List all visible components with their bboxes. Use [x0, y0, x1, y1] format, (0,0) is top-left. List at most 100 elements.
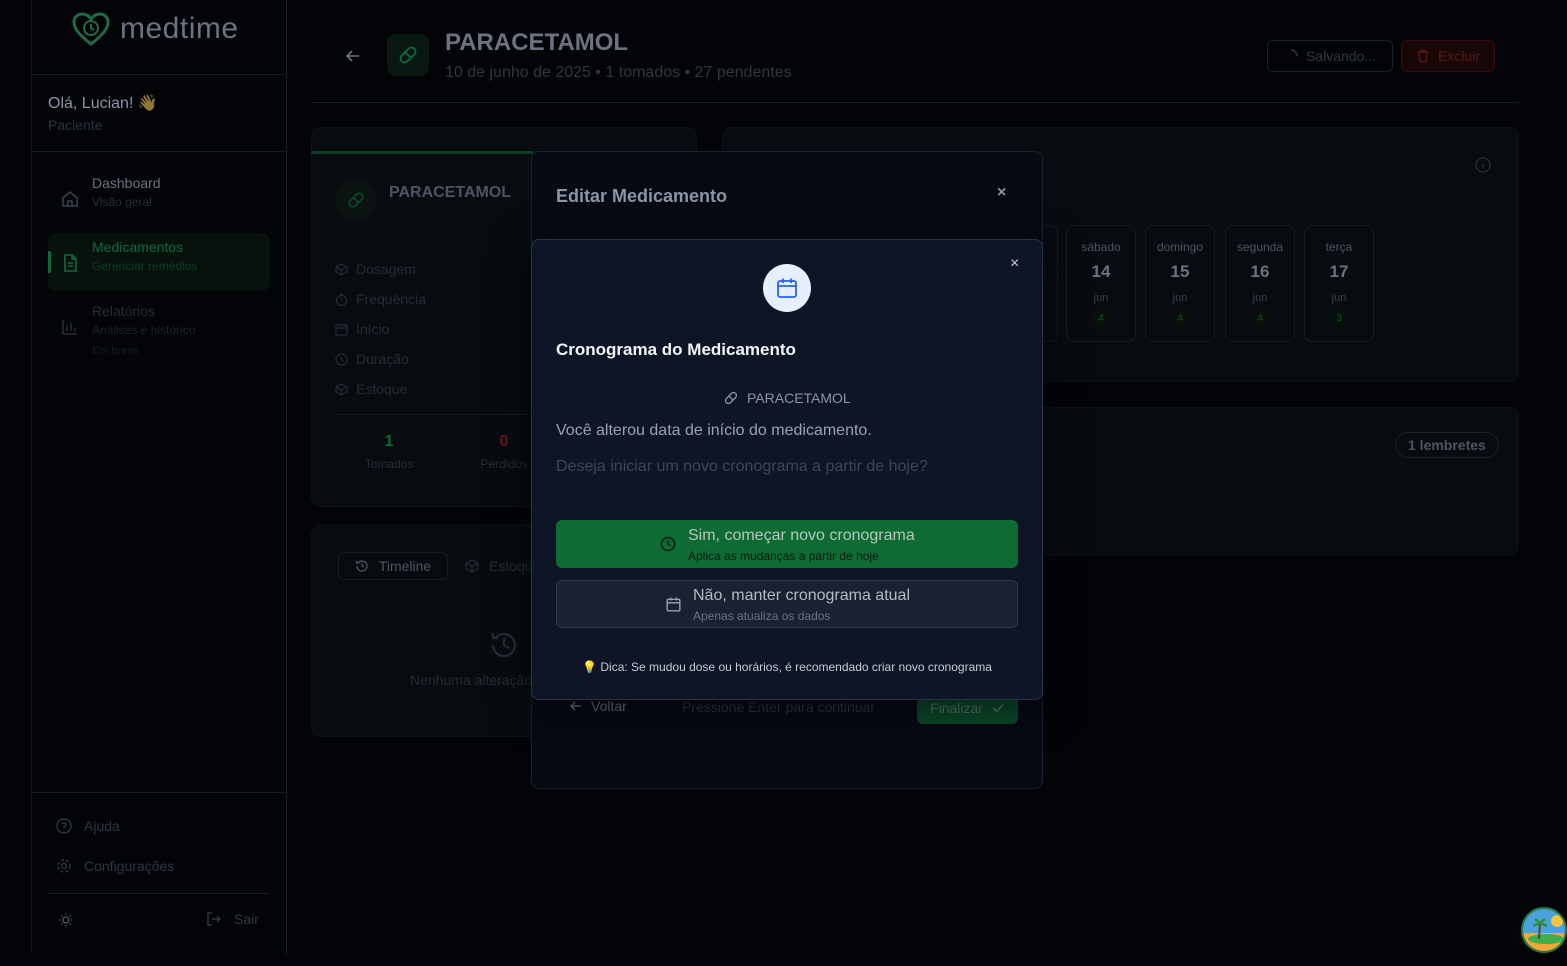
saving-button[interactable]: Salvando... [1267, 40, 1393, 72]
close-icon[interactable]: × [1010, 255, 1019, 273]
gear-icon [57, 859, 71, 873]
day-card[interactable]: sábado 14 jun 4 [1066, 225, 1136, 342]
detail-stock: Estoque [335, 381, 407, 397]
stat-value: 0 [499, 433, 509, 450]
arrow-left-icon [569, 701, 581, 711]
nav-title: Dashboard [92, 175, 161, 191]
detail-start: Início [335, 321, 389, 337]
nav-subtitle: Visão geral [92, 195, 152, 209]
pill-badge [387, 34, 429, 76]
tab-timeline[interactable]: Timeline [338, 552, 448, 580]
day-number: 15 [1170, 262, 1190, 281]
keep-schedule-button[interactable]: Não, manter cronograma atual Apenas atua… [556, 580, 1018, 628]
day-number: 17 [1329, 262, 1349, 281]
bar-chart-icon [62, 320, 77, 335]
detail-label: Dosagem [356, 261, 416, 277]
modal-title: Editar Medicamento [556, 186, 728, 206]
help-link[interactable]: Ajuda [56, 818, 120, 834]
logout-button[interactable]: Sair [206, 911, 259, 927]
close-icon[interactable]: × [997, 184, 1006, 202]
reminders-badge: 1 lembretes [1395, 432, 1499, 458]
day-dose-count: 4 [1252, 311, 1268, 327]
divider [48, 893, 270, 894]
day-month: jun [1252, 292, 1268, 304]
back-arrow-icon[interactable] [344, 47, 362, 65]
detail-frequency: Frequência [335, 291, 426, 307]
nav-subtitle: Análises e histórico [92, 323, 196, 337]
coming-soon-note: Em breve [92, 345, 140, 357]
medication-label: PARACETAMOL [747, 390, 851, 406]
box-icon [465, 559, 479, 573]
page-title: PARACETAMOL [445, 29, 629, 56]
nav-subtitle: Gerenciar remédios [92, 259, 198, 273]
sun-icon[interactable] [59, 913, 73, 927]
calendar-icon [777, 278, 797, 298]
calendar-badge [763, 264, 811, 312]
day-number: 16 [1250, 262, 1270, 281]
trash-icon [1417, 49, 1428, 63]
day-card[interactable]: terça 17 jun 3 [1304, 225, 1374, 342]
check-icon [992, 703, 1004, 713]
settings-label: Configurações [84, 858, 175, 874]
user-role: Paciente [48, 117, 103, 133]
day-month: jun [1172, 292, 1188, 304]
island-avatar-icon [1523, 909, 1565, 951]
delete-button[interactable]: Excluir [1401, 40, 1495, 72]
nav-title: Medicamentos [92, 239, 184, 255]
day-weekday: sábado [1081, 240, 1121, 254]
info-icon[interactable] [1475, 157, 1491, 173]
floating-avatar[interactable] [1521, 907, 1567, 953]
back-label: Voltar [591, 698, 627, 714]
day-weekday: terça [1325, 240, 1353, 254]
clock-icon [335, 352, 348, 366]
header-divider [311, 102, 1519, 103]
medication-name: PARACETAMOL [389, 184, 512, 201]
pill-icon [724, 391, 738, 405]
detail-label: Início [356, 321, 390, 337]
nav-item-dashboard[interactable]: Dashboard Visão geral [48, 169, 270, 227]
history-icon [355, 560, 368, 572]
day-number: 14 [1091, 262, 1111, 281]
divider [32, 792, 287, 793]
spinner-icon [1290, 49, 1298, 57]
day-dose-count: 4 [1093, 311, 1109, 327]
back-button[interactable]: Voltar [569, 698, 627, 714]
option-sublabel: Aplica as mudanças a partir de hoje [688, 549, 879, 563]
day-month: jun [1093, 292, 1109, 304]
app-name: medtime [120, 12, 239, 45]
option-label: Sim, começar novo cronograma [688, 527, 915, 544]
nav-item-medicamentos[interactable]: Medicamentos Gerenciar remédios [48, 233, 270, 291]
stat-label: Tomados [364, 457, 414, 471]
divider [32, 74, 287, 75]
tab-stock[interactable]: Estoque [465, 558, 540, 574]
dialog-tip: 💡 Dica: Se mudou dose ou horários, é rec… [556, 660, 1018, 674]
new-schedule-button[interactable]: Sim, começar novo cronograma Aplica as m… [556, 520, 1018, 568]
day-card[interactable]: domingo 15 jun 4 [1145, 225, 1215, 342]
dialog-title: Cronograma do Medicamento [556, 340, 796, 359]
home-icon [62, 190, 78, 207]
empty-state-text: Nenhuma alteração [410, 672, 533, 688]
stat-taken: 1 Tomados [359, 433, 419, 471]
history-icon [491, 632, 517, 658]
divider [32, 151, 287, 152]
detail-label: Estoque [356, 381, 408, 397]
stat-missed: 0 Perdidos [474, 433, 534, 471]
settings-link[interactable]: Configurações [56, 858, 174, 874]
nav-item-relatorios[interactable]: Relatórios Análises e histórico Em breve [48, 297, 270, 357]
logo[interactable]: medtime [72, 12, 239, 46]
detail-label: Duração [356, 351, 409, 367]
timer-icon [335, 292, 348, 306]
sidebar: medtime Olá, Lucian! 👋 Paciente Dashboar… [31, 0, 287, 954]
calendar-icon [666, 597, 681, 612]
document-icon [64, 254, 77, 272]
heart-clock-icon [72, 12, 110, 46]
pill-icon [348, 192, 364, 208]
box-icon [335, 262, 348, 276]
detail-label: Frequência [356, 291, 427, 307]
logout-icon [207, 912, 221, 926]
day-month: jun [1331, 292, 1347, 304]
calendar-icon [335, 323, 348, 336]
pill-badge [335, 179, 377, 221]
day-dose-count: 4 [1172, 311, 1188, 327]
day-card[interactable]: segunda 16 jun 4 [1225, 225, 1295, 342]
